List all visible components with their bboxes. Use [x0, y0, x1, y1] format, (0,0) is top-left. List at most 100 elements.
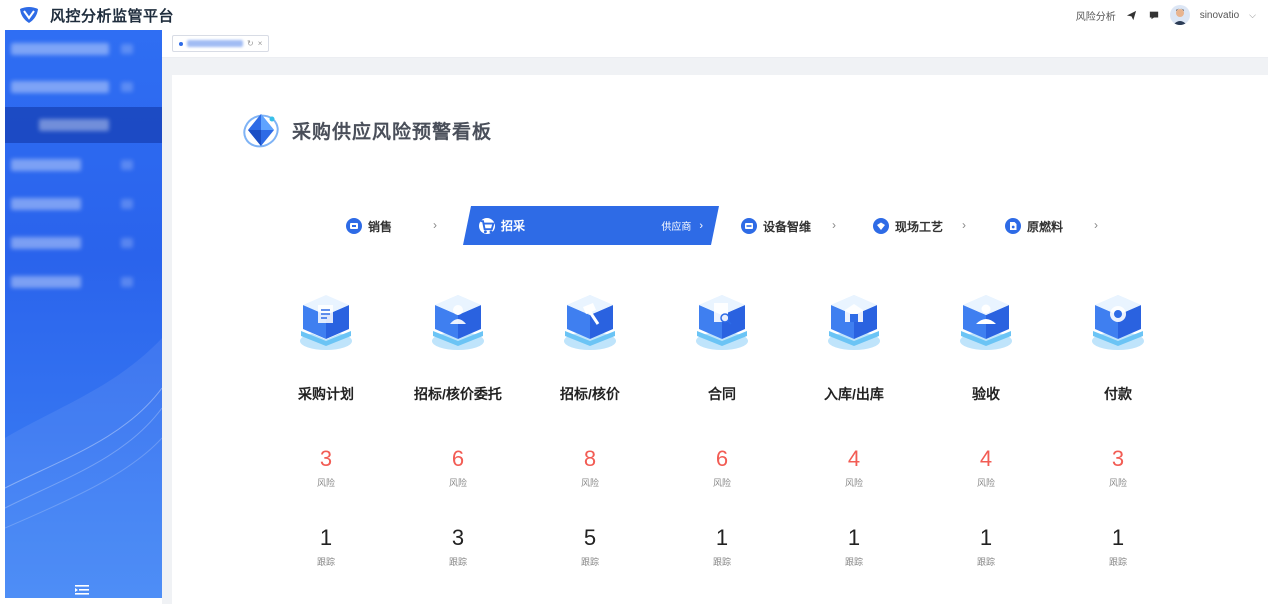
- risk-count[interactable]: 8: [525, 446, 655, 472]
- chevron-right-icon: ›: [962, 218, 966, 232]
- stage-label: 原燃料: [1027, 219, 1064, 234]
- track-label: 跟踪: [448, 557, 467, 567]
- stage-sub-label[interactable]: 供应商: [661, 218, 691, 233]
- page-title: 采购供应风险预警看板: [292, 122, 493, 143]
- risk-count[interactable]: 6: [657, 446, 787, 472]
- sidebar: [5, 30, 162, 598]
- track-count[interactable]: 1: [261, 525, 391, 551]
- stage-label: 招采: [501, 219, 526, 233]
- device-icon: [741, 218, 757, 234]
- process-item-acceptance[interactable]: 验收 4 风险 1 跟踪: [921, 283, 1051, 568]
- stage-label: 销售: [368, 219, 393, 234]
- sidebar-item-arrow: [121, 160, 133, 170]
- tabs-bar: ↻ ×: [162, 30, 1268, 58]
- sidebar-item[interactable]: [5, 225, 162, 261]
- sidebar-item-arrow: [121, 44, 133, 54]
- nav-risk-analysis[interactable]: 风险分析: [1076, 8, 1116, 23]
- risk-label: 风险: [712, 478, 731, 488]
- track-label: 跟踪: [580, 557, 599, 567]
- track-count[interactable]: 5: [525, 525, 655, 551]
- risk-count[interactable]: 3: [261, 446, 391, 472]
- process-name: 验收: [972, 386, 1000, 402]
- sidebar-item-arrow: [121, 199, 133, 209]
- username[interactable]: sinovatio: [1200, 10, 1239, 21]
- risk-count[interactable]: 4: [789, 446, 919, 472]
- sidebar-item[interactable]: [5, 186, 162, 222]
- risk-label: 风险: [976, 478, 995, 488]
- sidebar-item[interactable]: [5, 31, 162, 67]
- sales-icon: [346, 218, 362, 234]
- sidebar-wave-decoration: [5, 338, 162, 598]
- close-icon[interactable]: ×: [258, 39, 263, 48]
- process-name: 合同: [708, 386, 736, 402]
- risk-label: 风险: [1108, 478, 1127, 488]
- dashboard-logo-icon: [243, 114, 279, 148]
- sidebar-item-label: [11, 198, 81, 210]
- process-item-warehouse[interactable]: 入库/出库 4 风险 1 跟踪: [789, 283, 919, 568]
- tab-label: [187, 40, 243, 47]
- risk-count[interactable]: 6: [393, 446, 523, 472]
- sidebar-item-active[interactable]: [5, 107, 162, 143]
- sidebar-item-arrow: [121, 277, 133, 287]
- entrust-icon: [432, 295, 484, 350]
- payment-icon: [1092, 295, 1144, 350]
- sidebar-item-label: [11, 159, 81, 171]
- stage-fuel[interactable]: 原燃料: [1005, 208, 1063, 244]
- stage-label: 现场工艺: [895, 219, 944, 234]
- paper-plane-icon[interactable]: [1126, 9, 1138, 21]
- sidebar-item-arrow: [121, 82, 133, 92]
- chevron-right-icon: ›: [1094, 218, 1098, 232]
- track-count[interactable]: 1: [921, 525, 1051, 551]
- sidebar-item[interactable]: [5, 264, 162, 300]
- stage-sales[interactable]: 销售: [346, 208, 392, 244]
- process-name: 采购计划: [298, 386, 354, 402]
- plan-icon: [300, 294, 352, 350]
- sidebar-item-label: [11, 43, 109, 55]
- sidebar-item-label: [11, 276, 81, 288]
- brand[interactable]: 风控分析监管平台: [18, 5, 174, 26]
- process-name: 招标/核价: [560, 386, 620, 402]
- track-label: 跟踪: [976, 557, 995, 567]
- process-item-entrust[interactable]: 招标/核价委托 6 风险 3 跟踪: [393, 283, 523, 568]
- track-count[interactable]: 1: [657, 525, 787, 551]
- sidebar-item[interactable]: [5, 69, 162, 105]
- process-item-bid[interactable]: 招标/核价 8 风险 5 跟踪: [525, 283, 655, 568]
- track-count[interactable]: 3: [393, 525, 523, 551]
- process-name: 付款: [1104, 386, 1132, 402]
- track-label: 跟踪: [712, 557, 731, 567]
- message-icon[interactable]: [1148, 9, 1160, 21]
- warehouse-icon: [828, 295, 880, 350]
- track-label: 跟踪: [1108, 557, 1127, 567]
- process-item-contract[interactable]: 合同 6 风险 1 跟踪: [657, 283, 787, 568]
- risk-label: 风险: [844, 478, 863, 488]
- craft-icon: [873, 218, 889, 234]
- sidebar-item[interactable]: [5, 147, 162, 183]
- stage-craft[interactable]: 现场工艺: [873, 208, 943, 244]
- process-item-plan[interactable]: 采购计划 3 风险 1 跟踪: [261, 283, 391, 568]
- fuel-icon: [1005, 218, 1021, 234]
- risk-label: 风险: [316, 478, 335, 488]
- sidebar-item-label: [11, 81, 109, 93]
- refresh-icon[interactable]: ↻: [247, 39, 254, 48]
- avatar[interactable]: [1169, 5, 1190, 25]
- risk-count[interactable]: 3: [1053, 446, 1183, 472]
- process-name: 入库/出库: [824, 386, 884, 402]
- track-count[interactable]: 1: [789, 525, 919, 551]
- stage-procurement[interactable]: 招采 供应商 ›: [463, 206, 719, 245]
- shield-logo-icon: [20, 7, 38, 23]
- menu-fold-icon[interactable]: [75, 584, 89, 596]
- active-dot: [179, 41, 183, 46]
- stage-device[interactable]: 设备智维: [741, 208, 811, 244]
- chevron-down-icon[interactable]: ⌵: [1249, 10, 1256, 21]
- chevron-right-icon: ›: [832, 218, 836, 232]
- track-count[interactable]: 1: [1053, 525, 1183, 551]
- sidebar-item-label: [39, 119, 109, 131]
- risk-label: 风险: [448, 478, 467, 488]
- process-item-payment[interactable]: 付款 3 风险 1 跟踪: [1053, 283, 1183, 568]
- tab-current[interactable]: ↻ ×: [172, 35, 270, 52]
- chevron-right-icon: ›: [433, 218, 437, 232]
- sidebar-item-label: [11, 237, 81, 249]
- risk-count[interactable]: 4: [921, 446, 1051, 472]
- contract-icon: [696, 295, 748, 350]
- top-header: 风控分析监管平台 风险分析 sinovatio ⌵: [0, 0, 1268, 30]
